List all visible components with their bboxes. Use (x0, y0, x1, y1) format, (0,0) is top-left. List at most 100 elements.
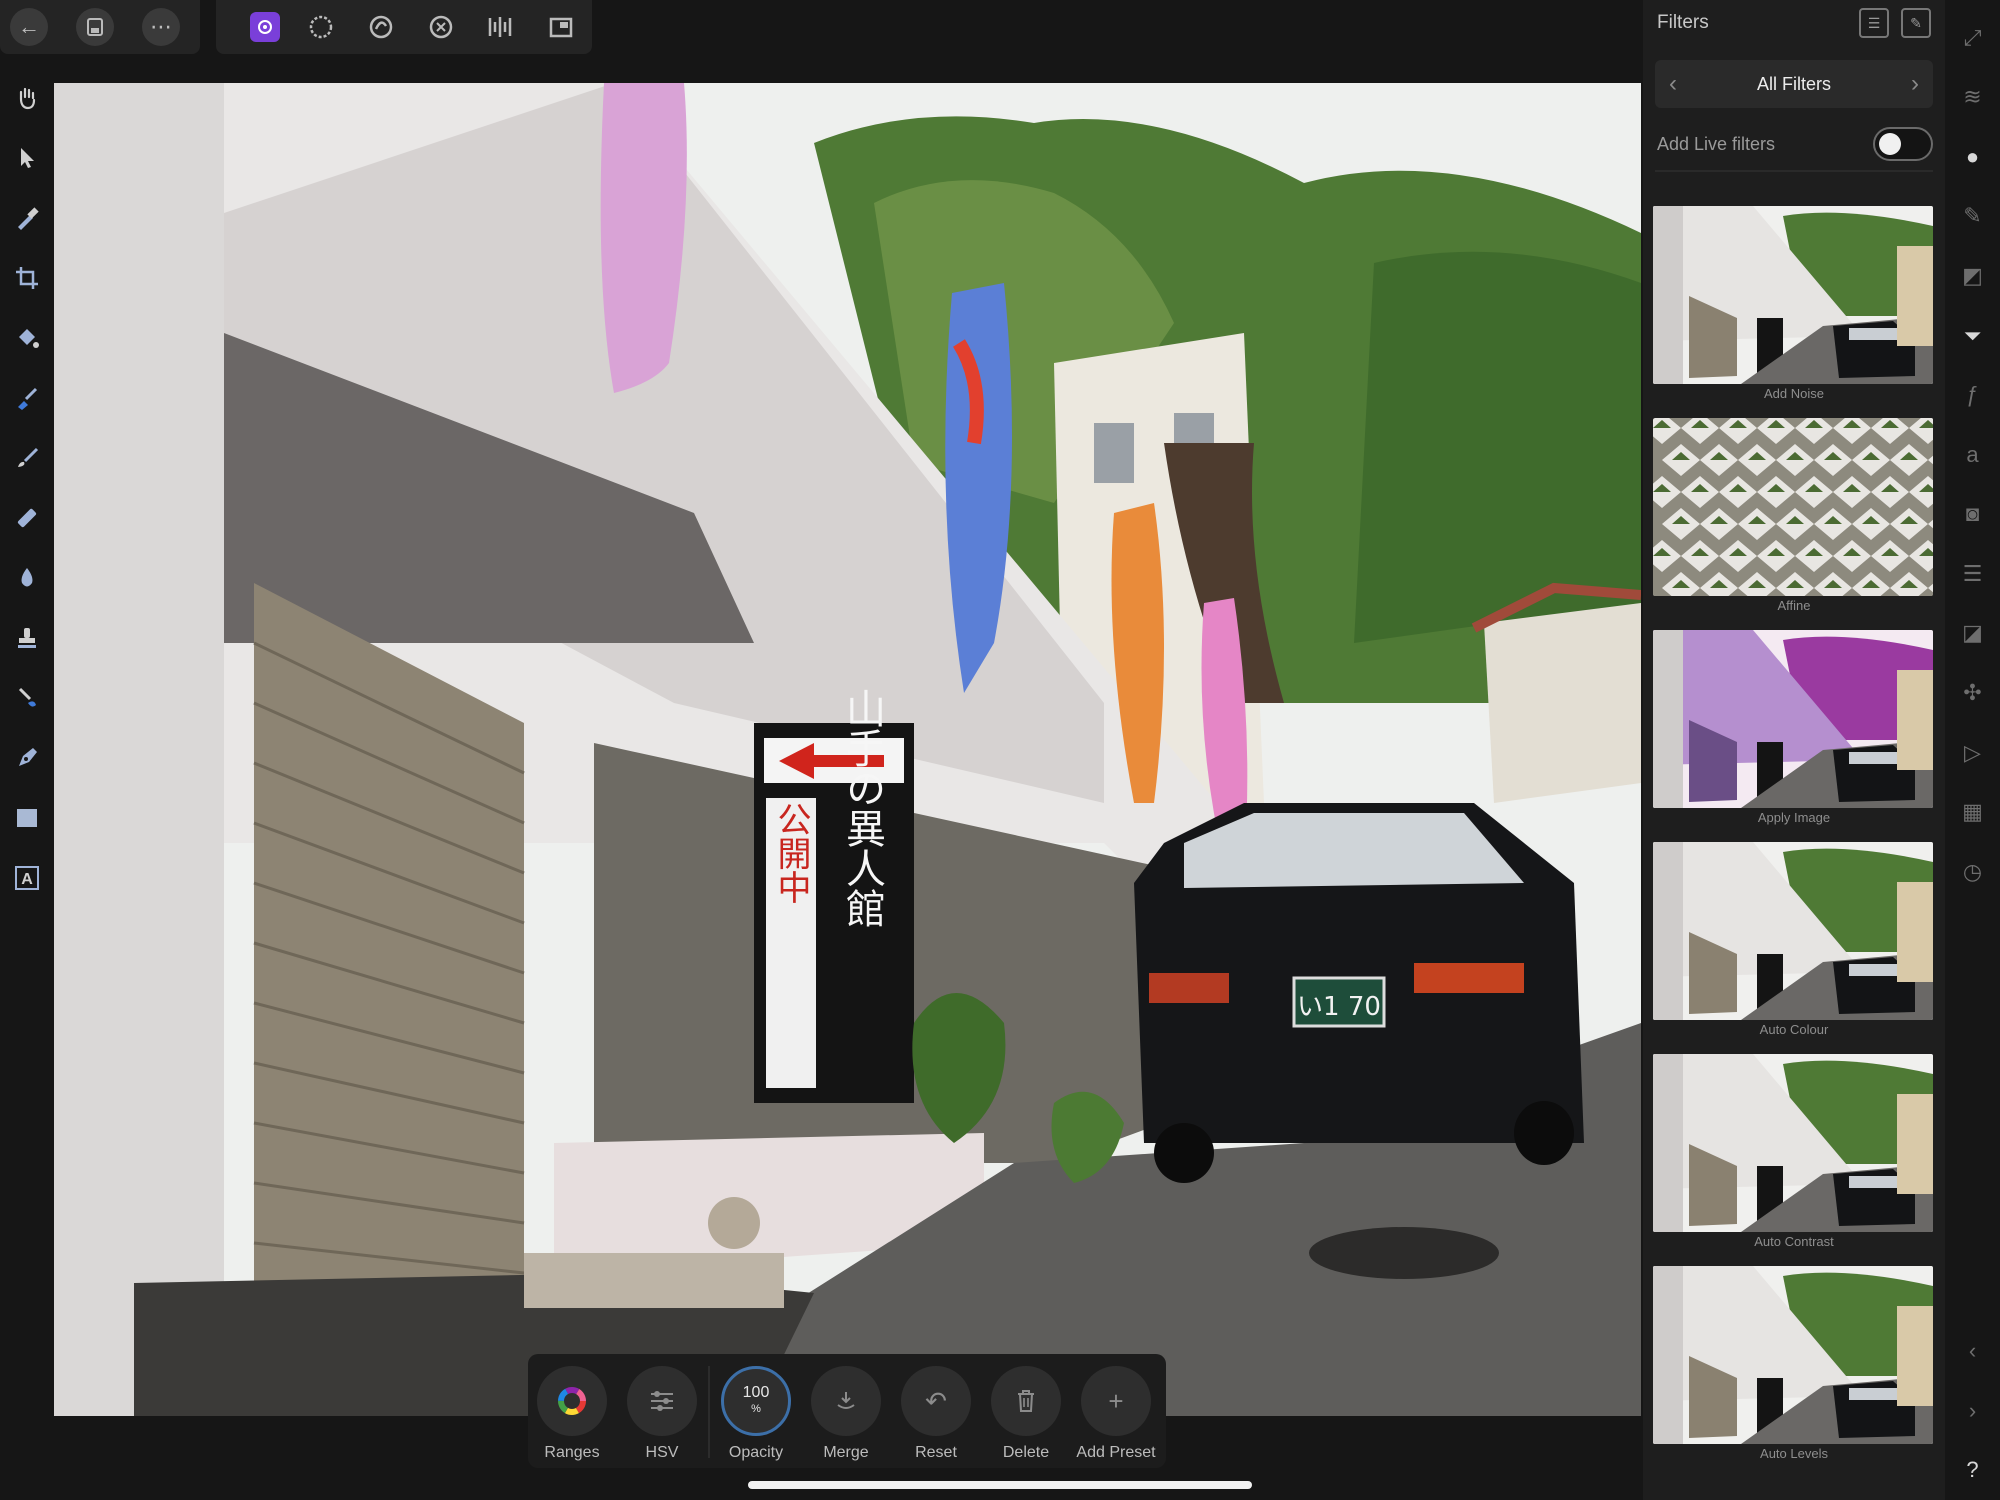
adjustments-panel-button[interactable]: ◩ (1953, 246, 1993, 306)
photo-persona-button[interactable] (250, 12, 280, 42)
history-icon: ◷ (1962, 858, 1983, 884)
filter-preview-image (1653, 1266, 1933, 1444)
filter-thumbnail[interactable]: Add Noise (1653, 206, 1935, 406)
persona-switcher (216, 0, 592, 54)
paint-brush-tool-icon (18, 447, 39, 467)
collapse-left-icon: ‹ (1968, 1338, 1977, 1364)
filter-name: Apply Image (1757, 810, 1831, 825)
home-indicator[interactable] (748, 1481, 1252, 1489)
selection-brush-tool[interactable] (10, 376, 44, 420)
filter-preview-image (1653, 418, 1933, 596)
filter-name: Auto Levels (1760, 1446, 1828, 1461)
pen-tool[interactable] (10, 736, 44, 780)
burn-tool[interactable] (10, 556, 44, 600)
help-icon: ? (1966, 1457, 1979, 1483)
tone-mapping-persona-button[interactable] (482, 8, 520, 46)
effects-panel-button[interactable]: ƒ (1953, 365, 1993, 425)
transform-panel-button[interactable]: ☰ (1953, 544, 1993, 604)
chevron-right-icon: › (1910, 70, 1919, 97)
brushes-panel-button[interactable]: ✎ (1953, 187, 1993, 247)
pin-panel-button[interactable]: ✎ (1901, 8, 1931, 38)
merge-label: Merge (823, 1444, 869, 1461)
filter-category-title: All Filters (1756, 73, 1831, 94)
live-filters-toggle[interactable] (1873, 127, 1933, 161)
macro-panel-button[interactable]: ✣ (1953, 663, 1993, 723)
panel-menu-button[interactable]: ☰ (1859, 8, 1889, 38)
burn-tool-icon (21, 568, 33, 587)
reset-label: Reset (915, 1444, 957, 1461)
hsv-label: HSV (645, 1444, 679, 1461)
add-preset-button[interactable]: + Add Preset (1076, 1366, 1156, 1462)
collapse-left-panel-button[interactable]: ‹ (1953, 1321, 1993, 1381)
selection-persona-icon (309, 15, 333, 39)
export-persona-button[interactable] (542, 8, 580, 46)
flood-fill-tool[interactable] (10, 316, 44, 360)
document-canvas[interactable]: 公開中 山手の異人館 い1 70 (54, 83, 1641, 1416)
selection-persona-button[interactable] (302, 8, 340, 46)
brushes-icon: ✎ (1963, 203, 1982, 229)
rectangle-tool[interactable] (10, 796, 44, 840)
ranges-button[interactable]: Ranges (536, 1366, 608, 1462)
liquify-persona-button[interactable] (362, 8, 400, 46)
adjustments-icon: ◩ (1962, 263, 1983, 289)
clone-tool[interactable] (10, 616, 44, 660)
hsv-button[interactable]: HSV (626, 1366, 698, 1462)
photo-persona-icon (258, 20, 272, 34)
opacity-button[interactable]: 100 % Opacity (720, 1366, 792, 1462)
color-icon: ● (1965, 143, 1980, 169)
channels-panel-button[interactable]: ◪ (1953, 604, 1993, 664)
play-panel-button[interactable]: ▷ (1953, 723, 1993, 783)
layers-panel-button[interactable]: ≋ (1953, 68, 1993, 128)
stock-panel-button[interactable]: ▦ (1953, 782, 1993, 842)
delete-button[interactable]: Delete (990, 1366, 1062, 1462)
filter-thumbnail[interactable]: Auto Levels (1653, 1266, 1935, 1466)
plus-icon: + (1108, 1385, 1124, 1416)
filter-name: Auto Colour (1759, 1022, 1829, 1037)
help-panel-button[interactable]: ? (1953, 1441, 1993, 1500)
navigator-icon: ⤢ (1963, 24, 1982, 50)
back-button[interactable]: ← (10, 8, 48, 46)
reset-button[interactable]: ↶ Reset (900, 1366, 972, 1462)
hand-tool[interactable] (10, 76, 44, 120)
opacity-label: Opacity (728, 1444, 784, 1461)
document-menu-button[interactable] (76, 8, 114, 46)
more-button[interactable]: ⋯ (142, 8, 180, 46)
color-picker-tool[interactable] (10, 196, 44, 240)
next-category-button[interactable]: › (1911, 70, 1919, 98)
more-icon: ⋯ (150, 14, 172, 39)
filter-thumbnail[interactable]: Affine (1653, 418, 1935, 618)
stock-icon: ▦ (1962, 799, 1983, 825)
text-tool[interactable]: A (10, 856, 44, 900)
filter-thumbnail[interactable]: Apply Image (1653, 630, 1935, 830)
develop-persona-button[interactable] (422, 8, 460, 46)
erase-brush-tool[interactable] (10, 496, 44, 540)
filter-thumbnail[interactable]: Auto Contrast (1653, 1054, 1935, 1254)
color-panel-button[interactable]: ● (1953, 127, 1993, 187)
document-toolbar-group: ← ⋯ (0, 0, 200, 54)
character-panel-button[interactable]: a (1953, 425, 1993, 485)
paint-brush-tool[interactable] (10, 436, 44, 480)
text-tool-icon: A (15, 866, 39, 890)
merge-button[interactable]: Merge (810, 1366, 882, 1462)
pen-tool-icon (19, 748, 37, 766)
sign-title-text: 山手の異人館 (839, 688, 885, 928)
snapshots-panel-button[interactable]: ◙ (1953, 485, 1993, 545)
move-tool[interactable] (10, 136, 44, 180)
filter-thumbnail[interactable]: Auto Colour (1653, 842, 1935, 1042)
merge-icon (837, 1392, 855, 1409)
history-panel-button[interactable]: ◷ (1953, 842, 1993, 902)
collapse-right-panel-button[interactable]: › (1953, 1381, 1993, 1441)
filters-panel-button[interactable]: ⏷ (1953, 306, 1993, 366)
smudge-tool-icon (18, 687, 36, 707)
smudge-tool[interactable] (10, 676, 44, 720)
crop-tool[interactable] (10, 256, 44, 300)
toggle-knob (1879, 133, 1901, 155)
previous-category-button[interactable]: ‹ (1669, 70, 1677, 98)
tools-panel: A (0, 62, 54, 1500)
filter-name: Affine (1777, 598, 1811, 613)
selection-brush-tool-icon (18, 387, 38, 410)
navigator-panel-button[interactable]: ⤢ (1953, 8, 1993, 68)
effects-icon: ƒ (1966, 382, 1979, 408)
filter-name: Add Noise (1764, 386, 1824, 401)
toolbar-divider (708, 1366, 710, 1458)
